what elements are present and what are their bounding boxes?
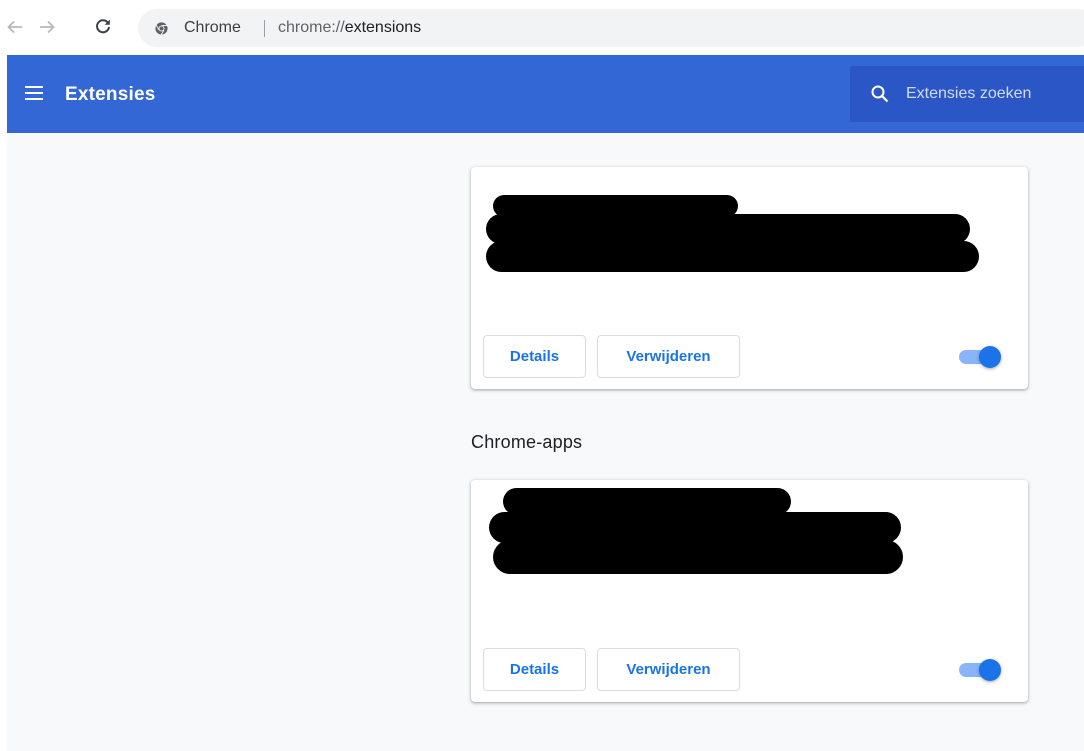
- search-input[interactable]: [906, 66, 1084, 122]
- browser-navbar: Chrome chrome://extensions: [0, 0, 1084, 55]
- url-path: extensions: [344, 19, 422, 36]
- url-text: chrome://extensions: [278, 9, 421, 47]
- arrow-right-icon: [40, 20, 55, 34]
- omnibox-divider: [264, 20, 265, 37]
- hamburger-menu-icon[interactable]: [23, 84, 45, 102]
- search-icon: [871, 85, 889, 103]
- extension-search[interactable]: [850, 66, 1084, 122]
- details-button[interactable]: Details: [483, 335, 586, 378]
- details-button[interactable]: Details: [483, 648, 586, 691]
- toggle-knob: [979, 346, 1001, 368]
- app-enable-toggle[interactable]: [957, 659, 1001, 681]
- app-card: Details Verwijderen: [471, 480, 1028, 702]
- reload-icon: [96, 19, 110, 34]
- redacted-extension-info: [486, 195, 979, 272]
- page-title: Extensies: [65, 84, 156, 105]
- back-button[interactable]: [2, 14, 28, 40]
- omnibox[interactable]: Chrome chrome://extensions: [138, 9, 1084, 47]
- extensions-toolbar: Extensies: [7, 55, 1084, 133]
- arrow-left-icon: [7, 20, 22, 34]
- toggle-knob: [979, 659, 1001, 681]
- remove-button[interactable]: Verwijderen: [597, 335, 740, 378]
- section-heading-chrome-apps: Chrome-apps: [471, 432, 583, 452]
- origin-chip: Chrome: [184, 19, 241, 36]
- redacted-app-info: [489, 488, 903, 574]
- extension-enable-toggle[interactable]: [957, 346, 1001, 368]
- extension-card: Details Verwijderen: [471, 167, 1028, 389]
- remove-button[interactable]: Verwijderen: [597, 648, 740, 691]
- extensions-content: Details Verwijderen Chrome-apps Details …: [7, 133, 1084, 751]
- url-scheme: chrome://: [278, 19, 345, 36]
- chrome-logo-icon: [155, 22, 168, 35]
- reload-button[interactable]: [90, 14, 116, 40]
- forward-button[interactable]: [34, 14, 60, 40]
